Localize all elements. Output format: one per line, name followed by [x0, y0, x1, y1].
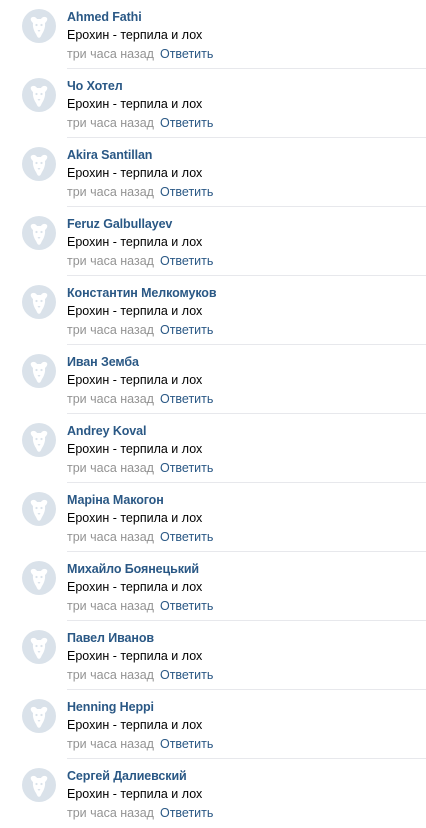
- dog-placeholder-icon: [30, 223, 48, 245]
- comment-text: Ерохин - терпила и лох: [67, 28, 203, 42]
- comment-text: Ерохин - терпила и лох: [67, 373, 203, 387]
- avatar[interactable]: [22, 492, 56, 526]
- comment-text: Ерохин - терпила и лох: [67, 97, 203, 111]
- comment-item: Andrey Koval Ерохин - терпила и лох три …: [0, 414, 426, 483]
- reply-link[interactable]: Ответить: [160, 185, 213, 199]
- dog-placeholder-icon: [30, 154, 48, 176]
- avatar[interactable]: [22, 630, 56, 664]
- reply-link[interactable]: Ответить: [160, 47, 213, 61]
- comment-text: Ерохин - терпила и лох: [67, 304, 203, 318]
- avatar[interactable]: [22, 147, 56, 181]
- avatar[interactable]: [22, 216, 56, 250]
- dog-placeholder-icon: [30, 568, 48, 590]
- comment-item: Иван Земба Ерохин - терпила и лох три ча…: [0, 345, 426, 414]
- comment-author[interactable]: Henning Heppi: [67, 700, 154, 714]
- reply-link[interactable]: Ответить: [160, 116, 213, 130]
- comment-meta: три часа назад Ответить: [67, 806, 213, 820]
- comment-text: Ерохин - терпила и лох: [67, 442, 203, 456]
- avatar[interactable]: [22, 423, 56, 457]
- avatar[interactable]: [22, 9, 56, 43]
- reply-link[interactable]: Ответить: [160, 254, 213, 268]
- comment-text: Ерохин - терпила и лох: [67, 718, 203, 732]
- comment-author[interactable]: Ahmed Fathi: [67, 10, 142, 24]
- dog-placeholder-icon: [30, 499, 48, 521]
- comment-item: Маріна Макогон Ерохин - терпила и лох тр…: [0, 483, 426, 552]
- comment-time[interactable]: три часа назад: [67, 806, 154, 820]
- comment-time[interactable]: три часа назад: [67, 599, 154, 613]
- comment-time[interactable]: три часа назад: [67, 392, 154, 406]
- reply-link[interactable]: Ответить: [160, 323, 213, 337]
- dog-placeholder-icon: [30, 361, 48, 383]
- reply-link[interactable]: Ответить: [160, 806, 213, 820]
- comment-item: Henning Heppi Ерохин - терпила и лох три…: [0, 690, 426, 759]
- reply-link[interactable]: Ответить: [160, 668, 213, 682]
- comment-author[interactable]: Павел Иванов: [67, 631, 154, 645]
- dog-placeholder-icon: [30, 85, 48, 107]
- comment-author[interactable]: Маріна Макогон: [67, 493, 164, 507]
- comment-author[interactable]: Чо Хотел: [67, 79, 123, 93]
- dog-placeholder-icon: [30, 16, 48, 38]
- comment-text: Ерохин - терпила и лох: [67, 787, 203, 801]
- comment-item: Михайло Боянецький Ерохин - терпила и ло…: [0, 552, 426, 621]
- reply-link[interactable]: Ответить: [160, 461, 213, 475]
- comments-list: Ahmed Fathi Ерохин - терпила и лох три ч…: [0, 0, 426, 825]
- comment-text: Ерохин - терпила и лох: [67, 511, 203, 525]
- comment-item: Павел Иванов Ерохин - терпила и лох три …: [0, 621, 426, 690]
- comment-text: Ерохин - терпила и лох: [67, 580, 203, 594]
- comment-author[interactable]: Михайло Боянецький: [67, 562, 199, 576]
- comment-meta: три часа назад Ответить: [67, 530, 213, 544]
- avatar[interactable]: [22, 768, 56, 802]
- comment-item: Akira Santillan Ерохин - терпила и лох т…: [0, 138, 426, 207]
- reply-link[interactable]: Ответить: [160, 530, 213, 544]
- comment-item: Ahmed Fathi Ерохин - терпила и лох три ч…: [0, 0, 426, 69]
- comment-meta: три часа назад Ответить: [67, 185, 213, 199]
- dog-placeholder-icon: [30, 430, 48, 452]
- comment-meta: три часа назад Ответить: [67, 737, 213, 751]
- comment-time[interactable]: три часа назад: [67, 185, 154, 199]
- comment-author[interactable]: Иван Земба: [67, 355, 139, 369]
- comment-meta: три часа назад Ответить: [67, 323, 213, 337]
- comment-time[interactable]: три часа назад: [67, 254, 154, 268]
- comment-time[interactable]: три часа назад: [67, 668, 154, 682]
- comment-meta: три часа назад Ответить: [67, 47, 213, 61]
- comment-time[interactable]: три часа назад: [67, 530, 154, 544]
- reply-link[interactable]: Ответить: [160, 737, 213, 751]
- comment-author[interactable]: Feruz Galbullayev: [67, 217, 172, 231]
- avatar[interactable]: [22, 285, 56, 319]
- comment-time[interactable]: три часа назад: [67, 47, 154, 61]
- comment-author[interactable]: Andrey Koval: [67, 424, 146, 438]
- dog-placeholder-icon: [30, 706, 48, 728]
- comment-meta: три часа назад Ответить: [67, 461, 213, 475]
- comment-meta: три часа назад Ответить: [67, 116, 213, 130]
- reply-link[interactable]: Ответить: [160, 599, 213, 613]
- comment-text: Ерохин - терпила и лох: [67, 649, 203, 663]
- comment-author[interactable]: Akira Santillan: [67, 148, 152, 162]
- comment-meta: три часа назад Ответить: [67, 392, 213, 406]
- comment-author[interactable]: Константин Мелкомуков: [67, 286, 217, 300]
- avatar[interactable]: [22, 699, 56, 733]
- avatar[interactable]: [22, 78, 56, 112]
- comment-item: Сергей Далиевский Ерохин - терпила и лох…: [0, 759, 426, 828]
- comment-time[interactable]: три часа назад: [67, 737, 154, 751]
- comment-item: Константин Мелкомуков Ерохин - терпила и…: [0, 276, 426, 345]
- comment-meta: три часа назад Ответить: [67, 599, 213, 613]
- comment-time[interactable]: три часа назад: [67, 323, 154, 337]
- comment-author[interactable]: Сергей Далиевский: [67, 769, 187, 783]
- comment-meta: три часа назад Ответить: [67, 668, 213, 682]
- comment-text: Ерохин - терпила и лох: [67, 166, 203, 180]
- comment-text: Ерохин - терпила и лох: [67, 235, 203, 249]
- comment-meta: три часа назад Ответить: [67, 254, 213, 268]
- dog-placeholder-icon: [30, 292, 48, 314]
- avatar[interactable]: [22, 354, 56, 388]
- reply-link[interactable]: Ответить: [160, 392, 213, 406]
- avatar[interactable]: [22, 561, 56, 595]
- dog-placeholder-icon: [30, 775, 48, 797]
- comment-item: Feruz Galbullayev Ерохин - терпила и лох…: [0, 207, 426, 276]
- comment-time[interactable]: три часа назад: [67, 116, 154, 130]
- comment-item: Чо Хотел Ерохин - терпила и лох три часа…: [0, 69, 426, 138]
- dog-placeholder-icon: [30, 637, 48, 659]
- comment-time[interactable]: три часа назад: [67, 461, 154, 475]
